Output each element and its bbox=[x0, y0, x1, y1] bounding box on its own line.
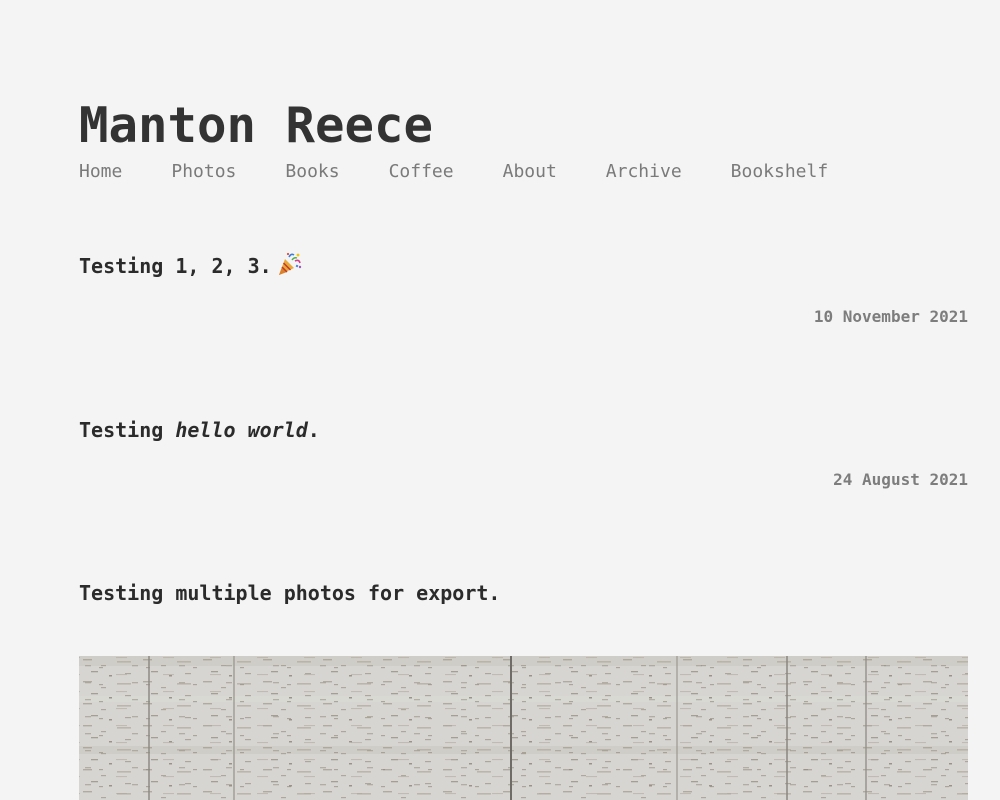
post-date[interactable]: 24 August 2021 bbox=[833, 468, 968, 492]
nav-item-books[interactable]: Books bbox=[285, 158, 339, 186]
post-body-prefix: Testing bbox=[79, 418, 176, 442]
nav-item-bookshelf[interactable]: Bookshelf bbox=[731, 158, 829, 186]
travertine-stone-wall-photo bbox=[79, 656, 968, 800]
site-title[interactable]: Manton Reece bbox=[79, 94, 433, 158]
main-nav: Home Photos Books Coffee About Archive B… bbox=[79, 158, 828, 186]
nav-item-archive[interactable]: Archive bbox=[606, 158, 682, 186]
nav-item-home[interactable]: Home bbox=[79, 158, 122, 186]
post-body: Testing 1, 2, 3. bbox=[79, 254, 272, 278]
nav-item-coffee[interactable]: Coffee bbox=[389, 158, 454, 186]
party-popper-icon bbox=[276, 251, 302, 277]
post-text: Testing multiple photos for export. bbox=[79, 581, 501, 605]
post-text: Testing 1, 2, 3. bbox=[79, 251, 302, 281]
post-date[interactable]: 10 November 2021 bbox=[814, 305, 968, 329]
post-body-suffix: . bbox=[307, 418, 320, 442]
post-photo[interactable] bbox=[79, 656, 968, 800]
nav-item-photos[interactable]: Photos bbox=[171, 158, 236, 186]
post-text: Testing hello world. bbox=[79, 415, 320, 445]
post-body-emphasis: hello world bbox=[175, 418, 308, 442]
nav-item-about[interactable]: About bbox=[503, 158, 557, 186]
